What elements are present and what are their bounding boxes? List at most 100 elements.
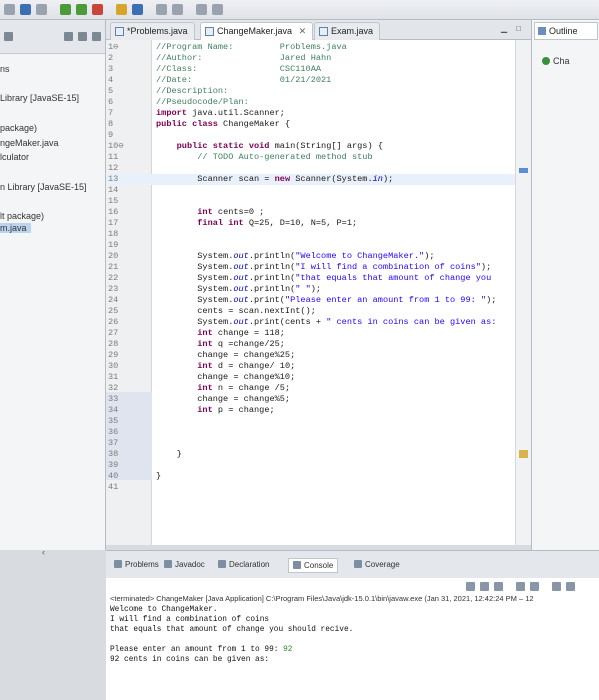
line-number: 39 <box>108 460 119 470</box>
code-line[interactable]: 4 //Date: 01/21/2021 <box>106 75 531 86</box>
line-number: 19 <box>108 240 119 250</box>
line-number: 2 <box>108 53 114 63</box>
line-number: 35 <box>108 416 119 426</box>
overview-warning-marker[interactable] <box>519 450 528 458</box>
code-editor[interactable]: 1⊖ //Program Name: Problems.java 2 //Author… <box>106 40 531 545</box>
stop-icon[interactable] <box>92 4 103 15</box>
explorer-item[interactable]: ngeMaker.java <box>0 138 59 148</box>
tab-exam-java[interactable]: Exam.java <box>314 22 381 40</box>
pin-console-icon[interactable] <box>552 582 561 591</box>
code-line[interactable]: 21 System.out.println("I will find a com… <box>106 262 531 273</box>
tab-outline[interactable]: Outline <box>534 22 598 40</box>
tab-label: Exam.java <box>331 26 374 36</box>
code-line[interactable]: 25 cents = scan.nextInt(); <box>106 306 531 317</box>
code-line[interactable]: 7 import java.util.Scanner; <box>106 108 531 119</box>
link-editor-icon[interactable] <box>78 32 87 41</box>
code-line[interactable]: 22 System.out.println("that equals that … <box>106 273 531 284</box>
close-tab-icon[interactable]: ✕ <box>299 26 307 36</box>
code-line[interactable]: 14 <box>106 185 531 196</box>
tab-javadoc[interactable]: Javadoc <box>164 560 205 569</box>
run-icon[interactable] <box>76 4 87 15</box>
code-line[interactable]: 36 <box>106 427 531 438</box>
remove-all-icon[interactable] <box>494 582 503 591</box>
debug-icon[interactable] <box>60 4 71 15</box>
code-line[interactable]: 28 int q =change/25; <box>106 339 531 350</box>
scroll-lock-icon[interactable] <box>516 582 525 591</box>
overview-marker[interactable] <box>519 168 528 173</box>
explorer-item[interactable]: n Library [JavaSE-15] <box>0 182 87 192</box>
code-line[interactable]: 31 change = change%10; <box>106 372 531 383</box>
code-line[interactable]: 37 <box>106 438 531 449</box>
code-line[interactable]: 17 final int Q=25, D=10, N=5, P=1; <box>106 218 531 229</box>
print-icon[interactable] <box>36 4 47 15</box>
code-line[interactable]: 23 System.out.println(" "); <box>106 284 531 295</box>
display-console-icon[interactable] <box>566 582 575 591</box>
code-line[interactable]: 13 Scanner scan = new Scanner(System.in)… <box>106 174 531 185</box>
tab-problems[interactable]: Problems <box>114 560 159 569</box>
open-type-icon[interactable] <box>172 4 183 15</box>
code-line[interactable]: 33 change = change%5; <box>106 394 531 405</box>
code-line[interactable]: 39 <box>106 460 531 471</box>
new-package-icon[interactable] <box>116 4 127 15</box>
search-icon[interactable] <box>156 4 167 15</box>
code-line[interactable]: 32 int n = change /5; <box>106 383 531 394</box>
minimize-icon[interactable]: ▁ <box>501 24 507 33</box>
prev-annotation-icon[interactable] <box>212 4 223 15</box>
console-output[interactable]: <terminated> ChangeMaker [Java Applicati… <box>106 578 599 700</box>
code-line[interactable]: 38 } <box>106 449 531 460</box>
tab-problems-java[interactable]: *Problems.java <box>110 22 195 40</box>
code-line[interactable]: 5 //Description: <box>106 86 531 97</box>
back-icon[interactable] <box>4 4 15 15</box>
code-line[interactable]: 16 int cents=0 ; <box>106 207 531 218</box>
remove-launch-icon[interactable] <box>480 582 489 591</box>
code-text: public static void main(String[] args) { <box>176 141 383 151</box>
tab-label: Declaration <box>229 560 270 569</box>
code-line[interactable]: 10⊖ public static void main(String[] arg… <box>106 141 531 152</box>
line-number: 31 <box>108 372 119 382</box>
code-line[interactable]: 2 //Author: Jared Hahn <box>106 53 531 64</box>
code-line[interactable]: 24 System.out.print("Please enter an amo… <box>106 295 531 306</box>
code-line[interactable]: 26 System.out.print(cents + " cents in c… <box>106 317 531 328</box>
code-line[interactable]: 20 System.out.println("Welcome to Change… <box>106 251 531 262</box>
collapse-all-icon[interactable] <box>64 32 73 41</box>
tab-changemaker-java[interactable]: ChangeMaker.java ✕ <box>200 22 314 40</box>
code-line[interactable]: 8 public class ChangeMaker { <box>106 119 531 130</box>
code-line[interactable]: 9 <box>106 130 531 141</box>
tab-declaration[interactable]: Declaration <box>218 560 269 569</box>
code-line[interactable]: 27 int change = 118; <box>106 328 531 339</box>
code-line[interactable]: 19 <box>106 240 531 251</box>
code-line[interactable]: 11 // TODO Auto-generated method stub <box>106 152 531 163</box>
outline-item[interactable]: Cha <box>542 56 570 66</box>
explorer-item[interactable]: lt package) <box>0 211 44 221</box>
code-line[interactable]: 41 <box>106 482 531 493</box>
new-class-icon[interactable] <box>132 4 143 15</box>
explorer-item[interactable]: lculator <box>0 152 29 162</box>
code-line[interactable]: 35 <box>106 416 531 427</box>
code-line[interactable]: 15 <box>106 196 531 207</box>
tab-console[interactable]: Console <box>288 558 339 573</box>
view-menu-icon[interactable] <box>92 32 101 41</box>
explorer-item[interactable]: package) <box>0 123 37 133</box>
code-line[interactable]: 18 <box>106 229 531 240</box>
code-line[interactable]: 3 //Class: CSC110AA <box>106 64 531 75</box>
next-annotation-icon[interactable] <box>196 4 207 15</box>
code-line[interactable]: 29 change = change%25; <box>106 350 531 361</box>
package-explorer: ns Library [JavaSE-15] package) ngeMaker… <box>0 20 106 550</box>
code-line[interactable]: 34 int p = change; <box>106 405 531 416</box>
code-line[interactable]: 1⊖ //Program Name: Problems.java <box>106 42 531 53</box>
maximize-icon[interactable]: □ <box>516 24 521 33</box>
code-line[interactable]: 30 int d = change/ 10; <box>106 361 531 372</box>
editor-vertical-scrollbar[interactable] <box>515 40 531 545</box>
explorer-item-selected[interactable]: m.java <box>0 223 31 233</box>
line-number: 9 <box>108 130 114 140</box>
explorer-item[interactable]: Library [JavaSE-15] <box>0 93 79 103</box>
word-wrap-icon[interactable] <box>530 582 539 591</box>
code-line[interactable]: 40} <box>106 471 531 482</box>
terminate-icon[interactable] <box>466 582 475 591</box>
scroll-left-icon[interactable]: ‹ <box>42 547 45 557</box>
tab-coverage[interactable]: Coverage <box>354 560 400 569</box>
code-line[interactable]: 6 //Pseudocode/Plan: <box>106 97 531 108</box>
code-line[interactable]: 12 <box>106 163 531 174</box>
explorer-item[interactable]: ns <box>0 64 10 74</box>
save-icon[interactable] <box>20 4 31 15</box>
